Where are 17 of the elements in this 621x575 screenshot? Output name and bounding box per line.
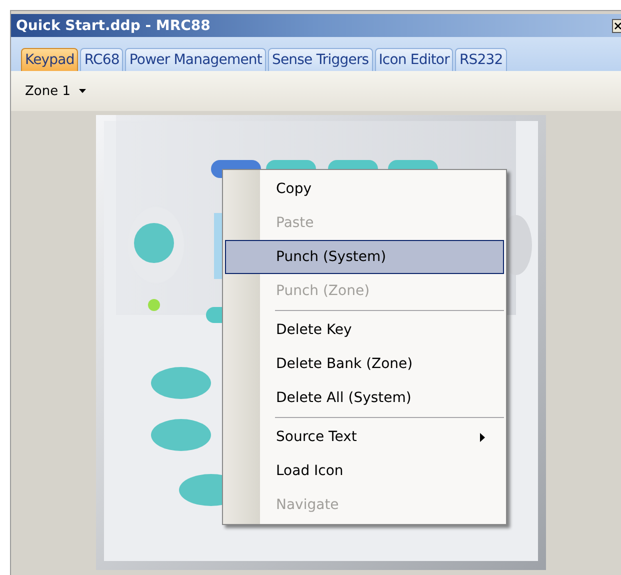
close-icon[interactable] xyxy=(612,18,621,32)
tab[interactable]: Keypad xyxy=(21,48,78,71)
tab[interactable]: RS232 xyxy=(455,48,507,71)
menu-item[interactable]: Copy xyxy=(225,172,504,206)
tab[interactable]: RC68 xyxy=(80,48,124,71)
menu-item[interactable]: Delete Key xyxy=(225,313,504,347)
menu-item[interactable]: Delete Bank (Zone) xyxy=(225,347,504,381)
caret-icon xyxy=(78,89,86,93)
zone-dropdown[interactable]: Zone 1 xyxy=(23,82,88,100)
menu-item[interactable]: Source Text xyxy=(225,420,504,454)
menu-item[interactable]: Load Icon xyxy=(225,454,504,488)
tab[interactable]: Sense Triggers xyxy=(268,48,373,71)
window-title: Quick Start.ddp - MRC88 xyxy=(16,18,210,34)
tab[interactable]: Icon Editor xyxy=(374,48,454,71)
menu-item[interactable]: Delete All (System) xyxy=(225,381,504,415)
menu-item[interactable]: Punch (System) xyxy=(225,240,504,274)
tab[interactable]: Power Management xyxy=(125,48,266,71)
